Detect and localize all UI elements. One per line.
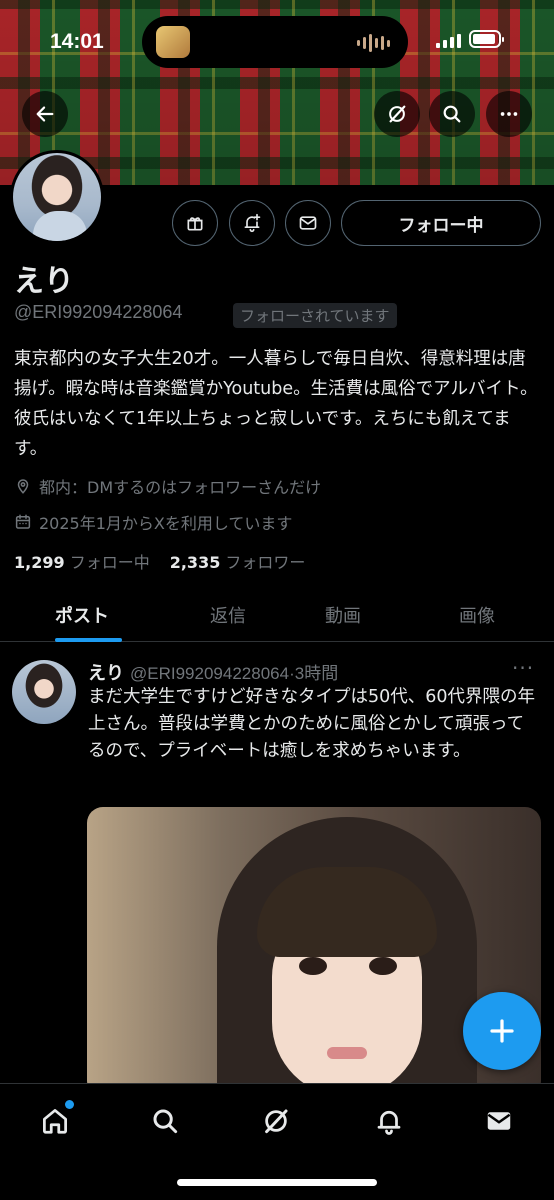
joined-text: 2025年1月からXを利用しています [39, 514, 293, 533]
post-author-avatar[interactable] [12, 660, 76, 724]
gift-icon [187, 217, 203, 231]
more-icon [500, 112, 518, 116]
profile-bio: 東京都内の女子大生20才。一人暮らしで毎日自炊、得意料理は唐揚げ。暇な時は音楽鑑… [14, 349, 538, 459]
image-lips [327, 1047, 367, 1059]
bell-plus-icon [244, 213, 261, 233]
more-button[interactable] [486, 91, 532, 137]
dynamic-island[interactable] [142, 16, 408, 68]
plus-icon [490, 1019, 514, 1043]
profile-joined: 2025年1月からXを利用しています [14, 510, 292, 534]
followers-label: フォロワー [225, 553, 306, 572]
grok-button[interactable] [374, 91, 420, 137]
post-author-name[interactable]: えり [88, 659, 124, 685]
post-header: えり @ERI992094228064 · 3時間 [88, 659, 338, 685]
nav-messages[interactable] [482, 1104, 516, 1138]
profile-tabs: ポスト 返信 動画 画像 [0, 590, 554, 642]
grok-icon [265, 1109, 288, 1134]
home-icon [43, 1109, 67, 1134]
mail-icon [487, 1112, 511, 1130]
tab-videos[interactable]: 動画 [325, 602, 361, 628]
status-time: 14:01 [50, 30, 104, 53]
mail-icon [299, 216, 317, 230]
nav-grok[interactable] [259, 1104, 293, 1138]
active-tab-indicator [55, 638, 122, 642]
search-button[interactable] [429, 91, 475, 137]
now-playing-artwork [156, 26, 190, 58]
back-button[interactable] [22, 91, 68, 137]
follow-counts: 1,299 フォロー中 2,335 フォロワー [14, 549, 305, 573]
profile-location: 都内：DMするのはフォロワーさんだけ [14, 474, 321, 498]
calendar-icon [15, 514, 31, 529]
following-label: フォロー中 [69, 553, 150, 572]
message-button[interactable] [285, 200, 331, 246]
following-button[interactable]: フォロー中 [341, 200, 541, 246]
nav-notifications[interactable] [372, 1104, 406, 1138]
post-timestamp[interactable]: 3時間 [295, 659, 338, 684]
tab-media[interactable]: 画像 [459, 602, 495, 628]
image-bangs-shape [257, 867, 437, 957]
profile-handle: @ERI992094228064 [14, 302, 183, 322]
bell-icon [377, 1110, 401, 1135]
followers-link[interactable]: 2,335 フォロワー [170, 549, 306, 573]
battery-icon [469, 30, 504, 48]
location-text: 都内：DMするのはフォロワーさんだけ [39, 478, 322, 497]
followers-count: 2,335 [169, 553, 221, 572]
nav-search[interactable] [148, 1104, 182, 1138]
following-count: 1,299 [14, 553, 65, 572]
image-eye-left [299, 957, 327, 975]
image-eye-right [369, 957, 397, 975]
following-link[interactable]: 1,299 フォロー中 [14, 549, 150, 573]
audio-waveform-icon [357, 34, 390, 52]
post-text: まだ大学生ですけど好きなタイプは50代、60代界隈の年上さん。普段は学費とかのた… [88, 687, 536, 761]
grok-icon [389, 105, 406, 123]
tab-posts[interactable]: ポスト [55, 602, 109, 628]
home-indicator [177, 1179, 377, 1186]
compose-post-button[interactable] [463, 992, 541, 1070]
tab-replies[interactable]: 返信 [210, 602, 246, 628]
search-icon [153, 1109, 178, 1134]
profile-name: えり [14, 264, 74, 299]
post-more-button[interactable]: ··· [512, 656, 534, 680]
nav-home[interactable] [38, 1104, 72, 1138]
profile-avatar[interactable] [10, 150, 104, 244]
location-pin-icon [17, 479, 29, 494]
notifications-toggle-button[interactable] [229, 200, 275, 246]
home-unread-dot [65, 1100, 74, 1109]
post-author-handle: @ERI992094228064 [130, 664, 290, 683]
cellular-signal-icon [436, 34, 461, 48]
arrow-left-icon [36, 106, 54, 122]
follows-you-badge: フォローされています [233, 303, 397, 328]
subscribe-gift-button[interactable] [172, 200, 218, 246]
search-icon [443, 105, 461, 123]
